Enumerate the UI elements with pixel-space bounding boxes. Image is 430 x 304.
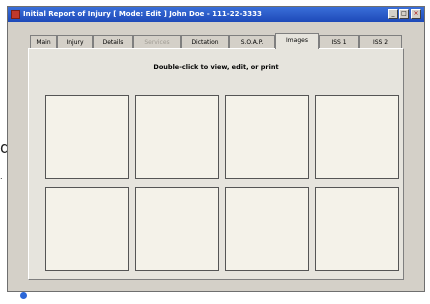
image-slot-4[interactable] — [315, 95, 399, 179]
tab-main[interactable]: Main — [30, 35, 57, 48]
injury-report-window: Initial Report of Injury [ Mode: Edit ] … — [7, 6, 425, 292]
image-slot-7[interactable] — [225, 187, 309, 271]
tab-images[interactable]: Images — [275, 33, 319, 49]
image-slot-2[interactable] — [135, 95, 219, 179]
minimize-button[interactable]: _ — [388, 9, 398, 19]
image-slot-1[interactable] — [45, 95, 129, 179]
images-instruction: Double-click to view, edit, or print — [153, 63, 279, 71]
tab-control: Main Injury Details Services Dictation S… — [28, 33, 404, 283]
tab-details[interactable]: Details — [93, 35, 133, 48]
image-slot-3[interactable] — [225, 95, 309, 179]
window-title: Initial Report of Injury [ Mode: Edit ] … — [23, 10, 262, 18]
background-text-dot: . — [0, 172, 3, 181]
image-slot-6[interactable] — [135, 187, 219, 271]
tab-iss-2[interactable]: ISS 2 — [359, 35, 402, 48]
title-bar[interactable]: Initial Report of Injury [ Mode: Edit ] … — [8, 7, 424, 22]
tab-iss-1[interactable]: ISS 1 — [319, 35, 359, 48]
status-icon — [20, 292, 27, 299]
tab-soap[interactable]: S.O.A.P. — [229, 35, 275, 48]
tab-strip: Main Injury Details Services Dictation S… — [28, 33, 404, 49]
maximize-button[interactable]: □ — [399, 9, 409, 19]
image-slot-5[interactable] — [45, 187, 129, 271]
images-panel: Double-click to view, edit, or print — [28, 48, 404, 280]
tab-services: Services — [133, 35, 181, 48]
image-slot-8[interactable] — [315, 187, 399, 271]
close-button[interactable]: × — [411, 9, 421, 19]
tab-injury[interactable]: Injury — [57, 35, 93, 48]
tab-dictation[interactable]: Dictation — [181, 35, 229, 48]
app-icon — [11, 10, 20, 19]
